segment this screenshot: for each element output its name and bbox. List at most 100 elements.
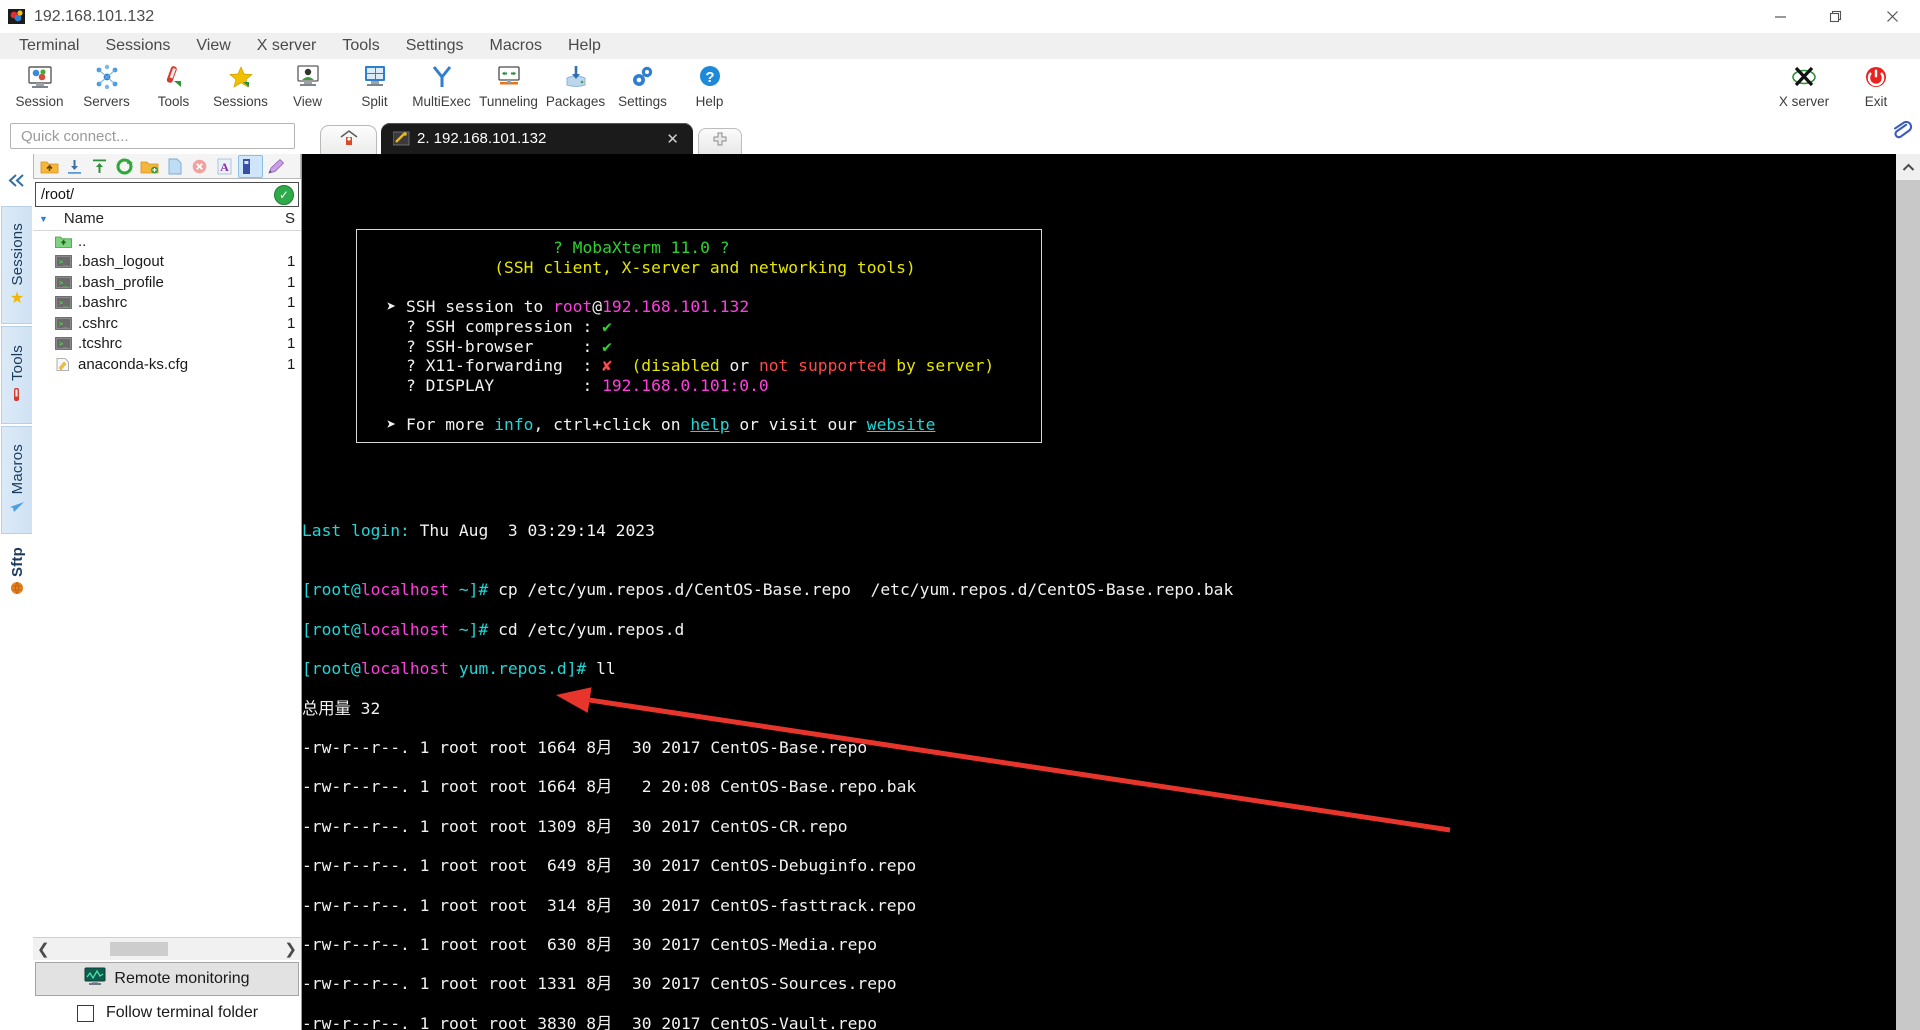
minimize-button[interactable] [1752, 0, 1808, 33]
svg-text:>_: >_ [59, 340, 68, 348]
download-icon[interactable] [63, 156, 86, 177]
terminal-output-line: 总用量 32 [302, 698, 381, 718]
session-icon [27, 62, 53, 92]
toolbar-multiexec-button[interactable]: MultiExec [408, 59, 475, 109]
list-item[interactable]: >_ .bash_profile 1 [33, 272, 301, 293]
toolbar-session-button[interactable]: Session [6, 59, 73, 109]
list-item[interactable]: >_ .bash_logout 1 [33, 252, 301, 273]
title-bar: 192.168.101.132 [0, 0, 1920, 33]
scroll-track[interactable] [1896, 180, 1920, 1030]
toolbar-servers-label: Servers [83, 94, 130, 109]
upload-icon[interactable] [88, 156, 111, 177]
menu-sessions[interactable]: Sessions [92, 35, 183, 57]
terminal-output-line: -rw-r--r--. 1 root root 649 8月 30 2017 C… [302, 856, 917, 876]
toolbar-settings-button[interactable]: Settings [609, 59, 676, 109]
toolbar-packages-label: Packages [545, 94, 606, 109]
follow-terminal-folder-checkbox[interactable] [77, 1004, 94, 1022]
sidebar-item-tools[interactable]: Tools [1, 326, 32, 424]
menu-settings[interactable]: Settings [393, 35, 477, 57]
toolbar-help-button[interactable]: ? Help [676, 59, 743, 109]
list-item[interactable]: anaconda-ks.cfg 1 [33, 354, 301, 375]
text-mode-icon[interactable]: A [213, 156, 236, 177]
sftp-path-input[interactable]: /root/ ✓ [35, 182, 299, 207]
terminal-vertical-scrollbar[interactable] [1896, 154, 1920, 1030]
banner-row-label: ? SSH compression [406, 316, 573, 336]
delete-icon[interactable] [188, 156, 211, 177]
parent-folder-icon[interactable] [38, 156, 61, 177]
sidebar-collapse-button[interactable] [0, 154, 33, 206]
follow-terminal-folder-label: Follow terminal folder [106, 1004, 259, 1021]
scroll-thumb[interactable] [109, 942, 168, 956]
binary-mode-icon[interactable] [238, 154, 263, 178]
new-file-icon[interactable] [163, 156, 186, 177]
sftp-column-header: ▼ Name S [33, 207, 301, 231]
menu-xserver[interactable]: X server [244, 35, 330, 57]
close-button[interactable] [1864, 0, 1920, 33]
menu-tools[interactable]: Tools [329, 35, 392, 57]
sftp-path-value: /root/ [41, 186, 75, 203]
scroll-left-icon[interactable]: ❮ [37, 940, 50, 958]
sftp-column-size[interactable]: S [285, 210, 301, 227]
settings-gear-icon [630, 62, 656, 92]
toolbar-servers-button[interactable]: Servers [73, 59, 140, 109]
sftp-file-list[interactable]: .. >_ .bash_logout 1 >_ .bash_profile 1 [33, 231, 301, 937]
list-item-name: .bash_logout [78, 253, 164, 271]
mobaxterm-window: 192.168.101.132 Terminal Sessions View X… [0, 0, 1920, 1030]
terminal-panel[interactable]: ? MobaXterm 11.0 ? (SSH client, X-server… [302, 154, 1920, 1030]
remote-monitoring-button[interactable]: Remote monitoring [35, 962, 299, 996]
edit-pencil-icon[interactable] [265, 156, 288, 177]
lastlogin-value: Thu Aug 3 03:29:14 2023 [409, 521, 655, 541]
banner-footer-website-link[interactable]: website [867, 415, 936, 434]
scroll-up-icon[interactable] [1896, 154, 1920, 180]
banner-note-c: not supported [758, 356, 887, 376]
scroll-track[interactable] [56, 942, 279, 956]
banner-footer-mid2: or visit our [729, 415, 867, 435]
sidebar-item-sftp[interactable]: Sftp [1, 536, 32, 608]
scroll-right-icon[interactable]: ❯ [284, 940, 297, 958]
terminal-output-line: -rw-r--r--. 1 root root 1664 8月 30 2017 … [302, 737, 868, 757]
list-item[interactable]: >_ .cshrc 1 [33, 313, 301, 334]
toolbar-split-button[interactable]: Split [341, 59, 408, 109]
toolbar-tunneling-button[interactable]: Tunneling [475, 59, 542, 109]
sidebar-item-macros[interactable]: Macros [1, 426, 32, 534]
banner-footer-prefix: ➤ For more [386, 415, 495, 435]
list-item[interactable]: .. [33, 231, 301, 252]
menu-view[interactable]: View [183, 35, 243, 57]
new-folder-icon[interactable] [138, 156, 161, 177]
follow-terminal-folder-row[interactable]: Follow terminal folder [33, 996, 301, 1030]
view-icon [295, 62, 321, 92]
menu-bar: Terminal Sessions View X server Tools Se… [0, 33, 1920, 59]
svg-text:>_: >_ [59, 258, 68, 266]
tab-session-active[interactable]: 2. 192.168.101.132 ✕ [381, 123, 693, 154]
banner-row-value: ✔ [602, 336, 612, 356]
sftp-horizontal-scrollbar[interactable]: ❮ ❯ [33, 937, 301, 960]
menu-macros[interactable]: Macros [477, 35, 555, 57]
list-item[interactable]: >_ .tcshrc 1 [33, 334, 301, 355]
restore-button[interactable] [1808, 0, 1864, 33]
terminal-output[interactable]: ? MobaXterm 11.0 ? (SSH client, X-server… [302, 154, 1896, 1030]
banner-footer-help-link[interactable]: help [690, 415, 729, 434]
toolbar-packages-button[interactable]: Packages [542, 59, 609, 109]
banner-row-value: ✘ [602, 356, 612, 376]
lastlogin-label: Last login: [302, 521, 410, 541]
menu-help[interactable]: Help [555, 35, 614, 57]
toolbar-xserver-button[interactable]: X server [1768, 59, 1840, 109]
window-title: 192.168.101.132 [34, 7, 155, 25]
banner-session-host: 192.168.101.132 [602, 297, 750, 317]
tab-new-button[interactable] [698, 128, 742, 154]
script-file-icon: >_ [55, 275, 72, 289]
toolbar-sessions-button[interactable]: Sessions [207, 59, 274, 109]
sidebar-item-sessions[interactable]: Sessions ★ [1, 206, 32, 324]
list-item[interactable]: >_ .bashrc 1 [33, 293, 301, 314]
chevron-down-icon[interactable]: ▼ [39, 214, 48, 224]
quick-connect-input[interactable]: Quick connect... [10, 123, 295, 149]
terminal-output-line: -rw-r--r--. 1 root root 1664 8月 2 20:08 … [302, 777, 917, 797]
refresh-icon[interactable] [113, 156, 136, 177]
sftp-column-name[interactable]: Name [64, 210, 285, 227]
tab-home[interactable] [320, 125, 377, 154]
toolbar-tools-button[interactable]: Tools [140, 59, 207, 109]
toolbar-exit-button[interactable]: Exit [1840, 59, 1912, 109]
tab-close-icon[interactable]: ✕ [652, 130, 693, 148]
menu-terminal[interactable]: Terminal [6, 35, 92, 57]
toolbar-view-button[interactable]: View [274, 59, 341, 109]
